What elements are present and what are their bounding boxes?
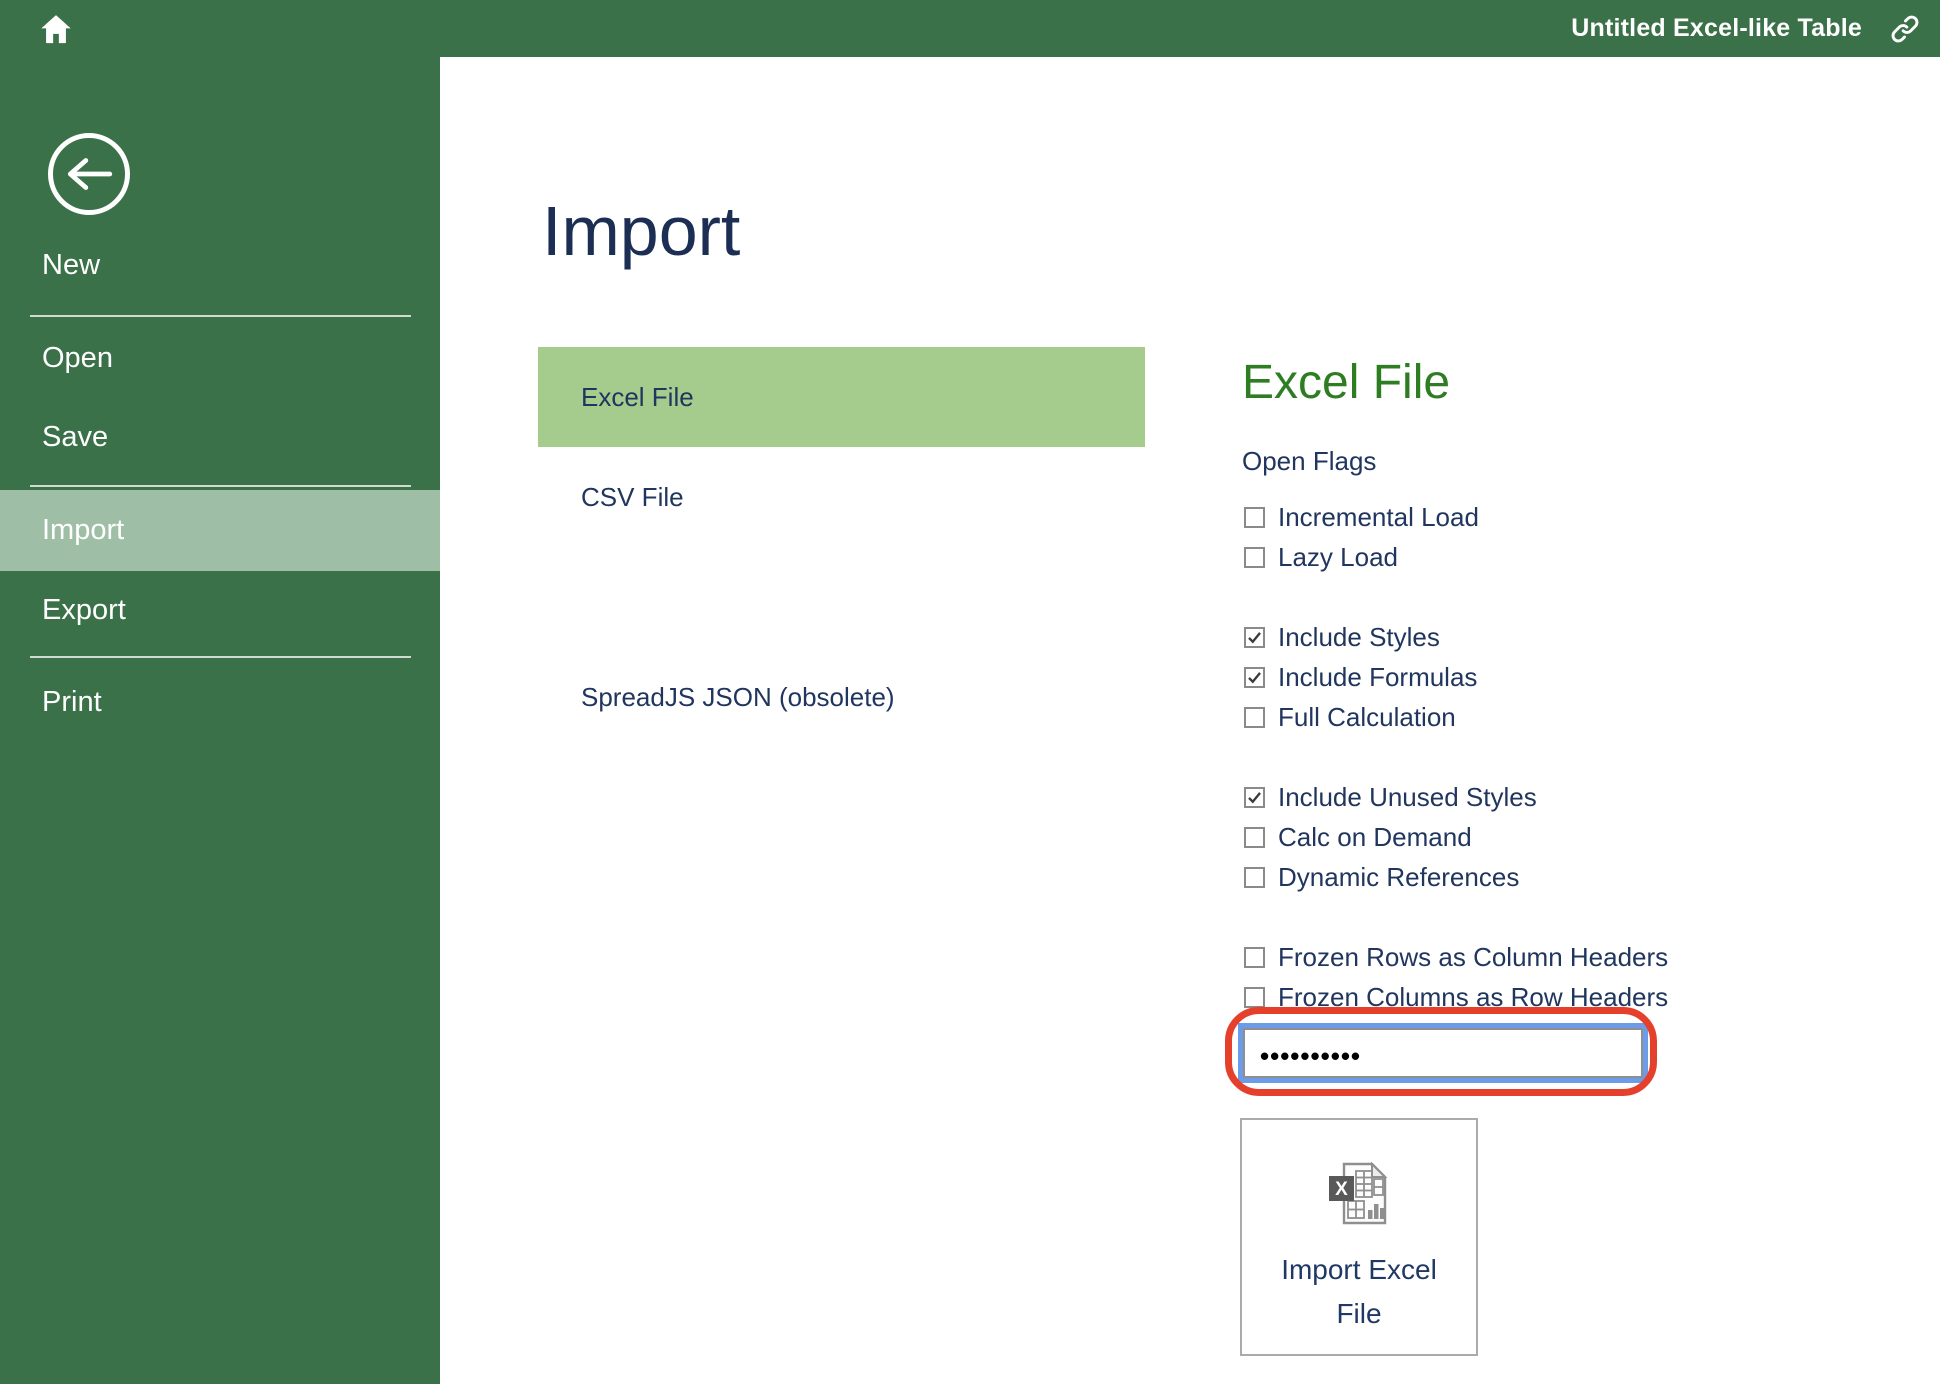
checkbox-row-include-unused-styles[interactable]: Include Unused Styles: [1242, 777, 1862, 817]
home-icon: [39, 13, 73, 45]
checkbox-checked-icon[interactable]: [1244, 787, 1265, 808]
import-button-label: Import Excel File: [1269, 1248, 1449, 1336]
format-item-csv-file[interactable]: CSV File: [538, 447, 1145, 547]
password-field-border: [1238, 1023, 1648, 1083]
import-backstage-view: Untitled Excel-like Table New Open Save …: [0, 0, 1940, 1384]
checkbox-row-include-styles[interactable]: Include Styles: [1242, 617, 1862, 657]
document-title: Untitled Excel-like Table: [1571, 14, 1862, 43]
checkbox-label: Calc on Demand: [1278, 822, 1472, 853]
checkbox-group: Frozen Rows as Column Headers Frozen Colu…: [1242, 937, 1862, 1017]
checkbox-label: Frozen Columns as Row Headers: [1278, 982, 1668, 1013]
checkbox-label: Include Styles: [1278, 622, 1440, 653]
checkbox-unchecked-icon[interactable]: [1244, 827, 1265, 848]
backstage-sidebar: New Open Save Import Export Print: [0, 57, 440, 1384]
import-excel-file-button[interactable]: X Import Excel File: [1240, 1118, 1478, 1356]
checkbox-unchecked-icon[interactable]: [1244, 947, 1265, 968]
panel-title: Excel File: [1242, 358, 1862, 408]
home-button[interactable]: [36, 9, 76, 49]
svg-text:X: X: [1335, 1179, 1348, 1200]
topbar: Untitled Excel-like Table: [0, 0, 1940, 57]
checkbox-group: Include Unused Styles Calc on Demand Dynam…: [1242, 777, 1862, 897]
checkbox-unchecked-icon[interactable]: [1244, 707, 1265, 728]
checkbox-checked-icon[interactable]: [1244, 667, 1265, 688]
checkbox-label: Include Formulas: [1278, 662, 1477, 693]
checkbox-group: Include Styles Include Formulas Full Calcu…: [1242, 617, 1862, 737]
page-title: Import: [542, 196, 740, 266]
arrow-left-icon: [64, 156, 114, 192]
checkbox-unchecked-icon[interactable]: [1244, 867, 1265, 888]
checkbox-row-include-formulas[interactable]: Include Formulas: [1242, 657, 1862, 697]
sidebar-item-new[interactable]: New: [0, 243, 440, 287]
checkbox-unchecked-icon[interactable]: [1244, 987, 1265, 1008]
sidebar-item-open[interactable]: Open: [0, 336, 440, 380]
sidebar-item-export[interactable]: Export: [0, 588, 440, 632]
checkbox-label: Frozen Rows as Column Headers: [1278, 942, 1668, 973]
checkbox-row-calc-on-demand[interactable]: Calc on Demand: [1242, 817, 1862, 857]
checkbox-row-full-calculation[interactable]: Full Calculation: [1242, 697, 1862, 737]
checkbox-label: Include Unused Styles: [1278, 782, 1537, 813]
checkbox-row-incremental-load[interactable]: Incremental Load: [1242, 497, 1862, 537]
checkbox-unchecked-icon[interactable]: [1244, 507, 1265, 528]
checkbox-unchecked-icon[interactable]: [1244, 547, 1265, 568]
checkbox-row-frozen-rows-as-column-headers[interactable]: Frozen Rows as Column Headers: [1242, 937, 1862, 977]
checkbox-row-dynamic-references[interactable]: Dynamic References: [1242, 857, 1862, 897]
link-icon: [1889, 13, 1921, 45]
format-item-spreadjs-json[interactable]: SpreadJS JSON (obsolete): [538, 647, 1145, 747]
sidebar-divider: [30, 656, 411, 658]
open-flags-checkbox-groups: Incremental LoadLazy LoadInclude StylesI…: [1242, 497, 1862, 1017]
checkbox-label: Full Calculation: [1278, 702, 1456, 733]
sidebar-divider: [30, 315, 411, 317]
format-item-excel-file[interactable]: Excel File: [538, 347, 1145, 447]
sidebar-item-save[interactable]: Save: [0, 415, 440, 459]
password-input[interactable]: [1243, 1028, 1643, 1078]
excel-file-icon: X: [1327, 1160, 1391, 1228]
open-flags-label: Open Flags: [1242, 446, 1862, 476]
password-field-wrap: [1238, 1023, 1648, 1083]
share-link-button[interactable]: [1888, 12, 1922, 46]
sidebar-item-import[interactable]: Import: [0, 490, 440, 571]
checkbox-row-lazy-load[interactable]: Lazy Load: [1242, 537, 1862, 577]
sidebar-item-print[interactable]: Print: [0, 680, 440, 724]
checkbox-label: Lazy Load: [1278, 542, 1398, 573]
checkbox-checked-icon[interactable]: [1244, 627, 1265, 648]
back-button[interactable]: [48, 133, 130, 215]
import-format-list: Excel File CSV File SpreadJS JSON (obsol…: [538, 347, 1145, 747]
checkbox-row-frozen-columns-as-row-headers[interactable]: Frozen Columns as Row Headers: [1242, 977, 1862, 1017]
checkbox-label: Incremental Load: [1278, 502, 1479, 533]
checkbox-group: Incremental Load Lazy Load: [1242, 497, 1862, 577]
sidebar-divider: [30, 485, 411, 487]
content-area: Import Excel File CSV File SpreadJS JSON…: [440, 57, 1940, 1384]
excel-file-options-panel: Excel File Open Flags Incremental Load La…: [1242, 358, 1862, 1356]
checkbox-label: Dynamic References: [1278, 862, 1519, 893]
topbar-right: Untitled Excel-like Table: [1571, 0, 1922, 57]
